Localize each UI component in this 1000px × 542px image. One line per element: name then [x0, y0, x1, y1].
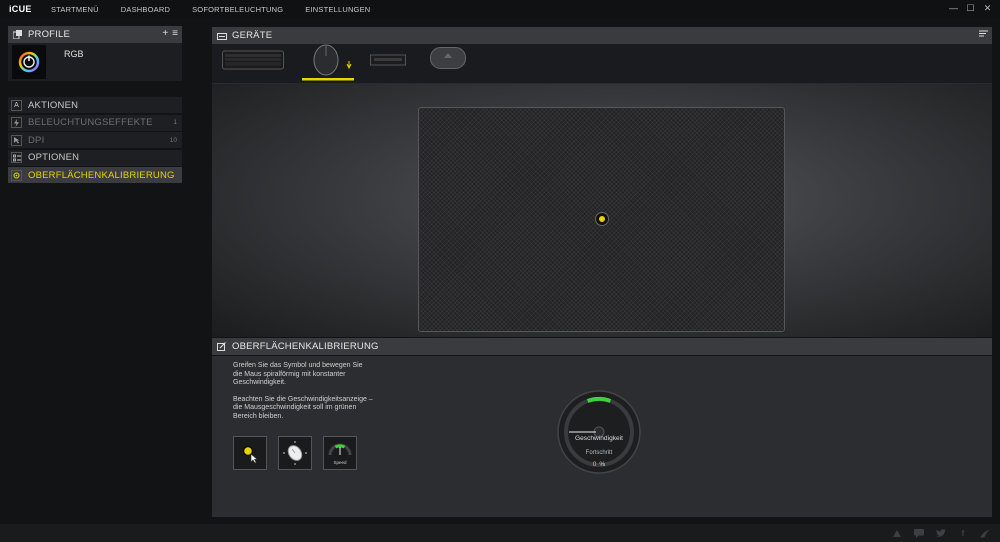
instruction-2: Beachten Sie die Geschwindigkeitsanzeige…	[233, 395, 373, 420]
facebook-icon[interactable]: f	[958, 528, 968, 538]
profile-item-rgb[interactable]: RGB	[8, 43, 182, 81]
menu-label: BELEUCHTUNGSEFFEKTE	[28, 117, 153, 129]
calibration-header: OBERFLÄCHENKALIBRIERUNG	[212, 338, 992, 355]
twitter-icon[interactable]	[936, 528, 946, 538]
surface-icon	[11, 169, 22, 181]
nav-settings[interactable]: EINSTELLUNGEN	[305, 5, 370, 14]
menu-count: 1	[173, 119, 177, 127]
close-button[interactable]: ✕	[983, 3, 992, 14]
mousepad-surface	[418, 107, 785, 332]
menu-label: DPI	[28, 134, 45, 146]
profile-menu-button[interactable]: ≡	[172, 28, 178, 39]
calibration-title: OBERFLÄCHENKALIBRIERUNG	[232, 341, 379, 352]
profiles-icon	[12, 30, 22, 40]
edit-icon	[217, 342, 226, 351]
menu-count: 10	[169, 136, 177, 144]
devices-menu-icon[interactable]	[979, 29, 988, 40]
ram-device[interactable]	[370, 52, 406, 71]
headset-stand-device[interactable]	[430, 47, 466, 72]
left-panel: PROFILE + ≡ RGB A AKTIONEN BELEUCHTUNGSE…	[8, 26, 182, 185]
nav-dashboard[interactable]: DASHBOARD	[121, 5, 170, 14]
progress-readout: 0%	[556, 461, 642, 468]
dpi-icon	[11, 134, 22, 146]
step-grab-icon	[233, 436, 267, 470]
menu-item-surface-calibration[interactable]: OBERFLÄCHENKALIBRIERUNG	[8, 167, 182, 184]
window-controls: — ☐ ✕	[949, 3, 992, 14]
main-area: GERÄTE OBERFLÄCHENKALIBRIERUNG Greifen S…	[212, 27, 992, 517]
social-links: f	[892, 528, 990, 538]
keyboard-header-icon	[217, 31, 227, 40]
title-bar: iCUE STARTMENÜ DASHBOARD SOFORTBELEUCHTU…	[0, 0, 1000, 18]
calibration-canvas	[212, 84, 992, 337]
minimize-button[interactable]: —	[949, 3, 958, 14]
menu-label: OBERFLÄCHENKALIBRIERUNG	[28, 169, 175, 181]
calibration-panel: Greifen Sie das Symbol und bewegen Sie d…	[212, 356, 992, 517]
maximize-button[interactable]: ☐	[966, 3, 975, 14]
progress-label: Fortschritt	[585, 450, 613, 456]
power-rgb-icon	[12, 45, 46, 79]
progress-unit: %	[599, 461, 606, 468]
letter-a-icon: A	[11, 99, 22, 111]
community-icon[interactable]	[892, 528, 902, 538]
options-icon	[11, 152, 22, 164]
menu-item-lighting-effects[interactable]: BELEUCHTUNGSEFFEKTE 1	[8, 114, 182, 131]
mouse-device[interactable]	[302, 44, 354, 85]
lightning-icon	[11, 117, 22, 129]
profiles-header: PROFILE + ≡	[8, 26, 182, 43]
keyboard-device[interactable]	[222, 50, 284, 73]
nav-instant-lighting[interactable]: SOFORTBELEUCHTUNG	[192, 5, 283, 14]
calibration-target-icon[interactable]	[596, 213, 608, 225]
status-bar: f	[0, 524, 1000, 542]
calibration-instructions: Greifen Sie das Symbol und bewegen Sie d…	[233, 362, 373, 430]
devices-header: GERÄTE	[212, 27, 992, 44]
speed-label: Geschwindigkeit	[574, 435, 623, 442]
nav-startmenu[interactable]: STARTMENÜ	[51, 5, 99, 14]
step-speed-label: Speed	[333, 460, 347, 465]
instruction-1: Greifen Sie das Symbol und bewegen Sie d…	[233, 362, 363, 387]
menu-item-actions[interactable]: A AKTIONEN	[8, 97, 182, 113]
profile-name: RGB	[64, 49, 84, 59]
corsair-icon[interactable]	[980, 528, 990, 538]
profile-menu: A AKTIONEN BELEUCHTUNGSEFFEKTE 1 DPI 10 …	[8, 97, 182, 184]
progress-value: 0	[592, 461, 597, 468]
chat-icon[interactable]	[914, 528, 924, 538]
menu-label: AKTIONEN	[28, 99, 79, 111]
profiles-title: PROFILE	[28, 29, 71, 40]
calibration-steps: Speed	[233, 436, 357, 470]
devices-title: GERÄTE	[232, 30, 273, 41]
main-nav: STARTMENÜ DASHBOARD SOFORTBELEUCHTUNG EI…	[51, 5, 392, 14]
menu-item-options[interactable]: OPTIONEN	[8, 149, 182, 166]
speed-gauge: Geschwindigkeit Fortschritt 0%	[556, 389, 642, 475]
step-speed-icon: Speed	[323, 436, 357, 470]
device-list	[212, 44, 992, 84]
app-logo: iCUE	[9, 4, 32, 14]
step-spiral-icon	[278, 436, 312, 470]
add-profile-button[interactable]: +	[162, 28, 168, 39]
menu-item-dpi[interactable]: DPI 10	[8, 132, 182, 149]
menu-label: OPTIONEN	[28, 152, 80, 164]
